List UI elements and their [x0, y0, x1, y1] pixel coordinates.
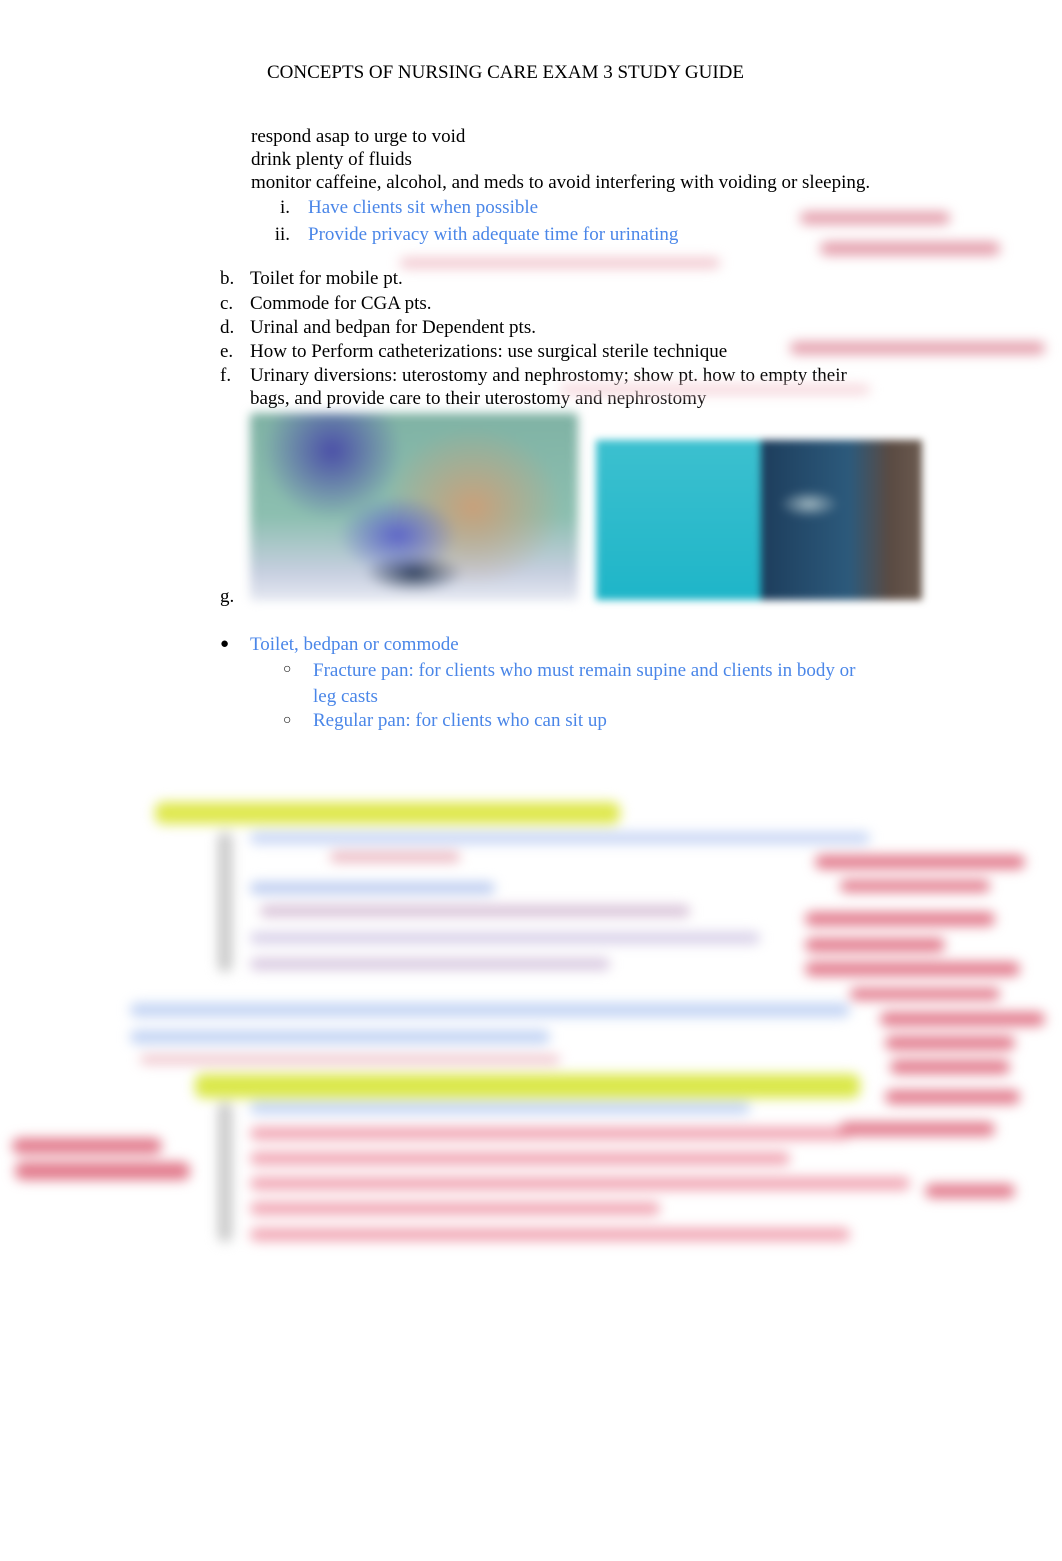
annotation-stroke — [400, 258, 720, 268]
list-item-text: Urinal and bedpan for Dependent pts. — [250, 317, 536, 338]
annotation-stroke — [925, 1184, 1015, 1198]
list-marker: g. — [220, 586, 235, 607]
list-item-text: Regular pan: for clients who can sit up — [313, 710, 607, 731]
hollow-bullet-icon: ○ — [283, 713, 292, 728]
annotation-stroke — [840, 880, 990, 892]
lettered-list-item: d. Urinal and bedpan for Dependent pts. — [220, 316, 536, 339]
list-marker: d. — [220, 317, 235, 338]
list-item-text: Have clients sit when possible — [308, 197, 539, 218]
lettered-list-item: c. Commode for CGA pts. — [220, 292, 432, 315]
annotation-stroke — [140, 1055, 560, 1064]
list-item-text: Fracture pan: for clients who must remai… — [313, 660, 856, 681]
list-marker: b. — [220, 268, 235, 289]
annotation-stroke — [880, 1012, 1045, 1026]
blurred-text-line — [250, 1102, 750, 1114]
blurred-text-line — [250, 1177, 910, 1190]
intro-line: drink plenty of fluids — [251, 149, 412, 170]
highlighted-heading — [155, 802, 620, 824]
hollow-bullet-icon: ○ — [283, 662, 292, 677]
blurred-text-line — [250, 1228, 850, 1241]
highlighted-heading — [195, 1074, 860, 1098]
list-item-text: leg casts — [313, 686, 378, 707]
list-item-text: Urinary diversions: uterostomy and nephr… — [250, 365, 847, 386]
list-marker: e. — [220, 341, 234, 362]
annotation-stroke — [890, 1060, 1010, 1074]
blurred-text-line — [250, 958, 610, 970]
annotation-stroke — [15, 1162, 190, 1180]
intro-line: monitor caffeine, alcohol, and meds to a… — [251, 172, 871, 193]
blurred-text-line — [250, 1152, 790, 1165]
blurred-text-line — [130, 1030, 550, 1044]
blurred-text-line — [250, 882, 495, 894]
blurred-list-markers — [218, 832, 232, 972]
annotation-stroke — [815, 855, 1025, 869]
annotation-stroke — [805, 912, 995, 926]
blurred-text-line — [250, 1202, 660, 1215]
roman-list-item: i. Have clients sit when possible — [260, 196, 538, 219]
blurred-list-markers — [218, 1102, 232, 1242]
sub-bullet-list-item: ○ Regular pan: for clients who can sit u… — [283, 709, 607, 732]
blurred-text-line — [250, 1127, 850, 1140]
annotation-stroke — [805, 938, 945, 952]
blurred-text-line — [250, 932, 760, 944]
patient-oxygen-mask-image — [250, 413, 578, 601]
document-title: CONCEPTS OF NURSING CARE EXAM 3 STUDY GU… — [267, 62, 744, 83]
list-item-text: How to Perform catheterizations: use sur… — [250, 341, 728, 362]
blurred-text-line — [130, 1003, 850, 1017]
lettered-list-item: b. Toilet for mobile pt. — [220, 267, 403, 290]
image-panel-teal — [596, 440, 761, 600]
roman-list-item: ii. Provide privacy with adequate time f… — [260, 223, 679, 246]
list-marker: ii. — [274, 224, 290, 245]
annotation-stroke — [12, 1138, 162, 1154]
annotation-stroke — [560, 385, 870, 394]
annotation-stroke — [800, 212, 950, 224]
intro-line: respond asap to urge to void — [251, 126, 466, 147]
annotation-stroke — [850, 988, 1000, 1000]
bullet-list-item: ● Toilet, bedpan or commode — [220, 633, 459, 656]
list-item-text: Toilet, bedpan or commode — [250, 634, 459, 655]
annotation-stroke — [790, 342, 1045, 354]
image-panel-dark — [761, 440, 922, 600]
sub-bullet-list-item: ○ Fracture pan: for clients who must rem… — [283, 658, 855, 710]
urinary-drainage-bag-image — [596, 440, 922, 600]
annotation-stroke — [805, 962, 1020, 976]
annotation-stroke — [885, 1090, 1020, 1104]
annotation-stroke — [840, 1122, 995, 1136]
blurred-text-line — [260, 905, 690, 917]
annotation-stroke — [885, 1036, 1015, 1050]
bullet-icon: ● — [220, 636, 230, 652]
list-marker: i. — [279, 197, 290, 218]
blurred-text-line — [250, 832, 870, 844]
list-marker: c. — [220, 293, 234, 314]
list-item-text: Provide privacy with adequate time for u… — [308, 224, 679, 245]
list-marker: f. — [220, 365, 232, 386]
lettered-list-item: e. How to Perform catheterizations: use … — [220, 340, 727, 363]
blurred-text-line — [330, 852, 460, 862]
list-item-text: Toilet for mobile pt. — [250, 268, 403, 289]
list-item-text: Commode for CGA pts. — [250, 293, 432, 314]
annotation-stroke — [820, 242, 1000, 255]
